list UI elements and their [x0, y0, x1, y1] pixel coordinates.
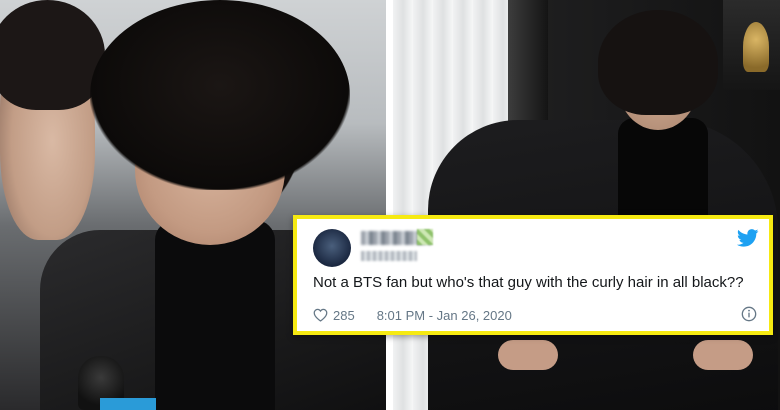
right-photo	[393, 0, 780, 410]
blurred-handle[interactable]	[361, 251, 417, 261]
turtleneck	[155, 220, 275, 410]
user-avatar[interactable]	[313, 229, 351, 267]
twitter-bird-icon[interactable]	[737, 229, 759, 247]
curly-hair	[598, 10, 718, 115]
tweet-timestamp[interactable]: 8:01 PM - Jan 26, 2020	[377, 308, 512, 323]
tweet-text: Not a BTS fan but who's that guy with th…	[313, 274, 744, 291]
microphone-flag	[100, 398, 156, 410]
photo-divider	[386, 0, 393, 410]
heart-icon[interactable]	[313, 308, 328, 322]
gramophone-trophy	[743, 22, 769, 72]
blurred-emoji	[417, 229, 433, 245]
curly-hair	[90, 0, 350, 190]
like-count[interactable]: 285	[333, 308, 355, 323]
hand-left	[498, 340, 558, 370]
info-icon[interactable]	[741, 306, 757, 322]
left-photo	[0, 0, 386, 410]
hand-right	[693, 340, 753, 370]
tweet-card[interactable]: Not a BTS fan but who's that guy with th…	[293, 215, 773, 335]
tweet-footer: 285 8:01 PM - Jan 26, 2020	[313, 305, 757, 325]
